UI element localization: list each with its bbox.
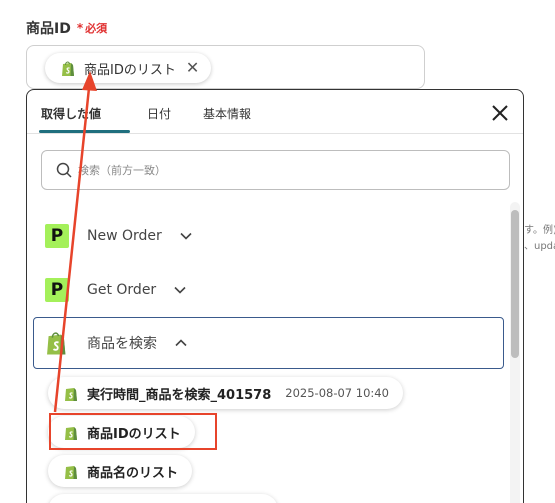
result-label: 実行時間_商品を検索_401578 xyxy=(87,387,272,403)
required-star: * xyxy=(76,21,84,35)
background-text-1: す。例)a xyxy=(524,225,555,236)
app-item-label: 商品を検索 xyxy=(87,336,157,352)
search-placeholder: 検索（前方一致） xyxy=(78,164,166,177)
active-tab-indicator xyxy=(39,130,130,133)
shopify-icon xyxy=(62,61,74,76)
result-item-partial[interactable] xyxy=(48,494,278,503)
app-item-new-order[interactable]: P New Order xyxy=(45,223,192,249)
tab-acquired-values[interactable]: 取得した値 xyxy=(41,105,101,122)
chevron-down-icon xyxy=(174,286,186,294)
result-item-product-name-list[interactable]: 商品名のリスト xyxy=(48,455,193,487)
app-item-get-order[interactable]: P Get Order xyxy=(45,277,186,303)
result-item-execution-time[interactable]: 実行時間_商品を検索_401578 2025-08-07 10:40 xyxy=(48,377,403,409)
highlight-box xyxy=(49,413,217,450)
search-input[interactable]: 検索（前方一致） xyxy=(41,150,510,190)
tab-basic-info[interactable]: 基本情報 xyxy=(203,105,251,122)
remove-chip-icon[interactable]: ✕ xyxy=(186,60,199,76)
search-icon xyxy=(56,162,72,178)
product-id-field[interactable]: 商品IDのリスト ✕ xyxy=(26,45,425,89)
app-logo-icon: P xyxy=(45,278,69,302)
chip-label: 商品IDのリスト xyxy=(84,62,176,78)
app-logo-icon: P xyxy=(45,224,69,248)
app-item-label: Get Order xyxy=(87,282,157,298)
result-date: 2025-08-07 10:40 xyxy=(285,386,389,400)
required-text: 必須 xyxy=(85,22,108,35)
shopify-icon xyxy=(47,332,66,355)
result-label: 商品名のリスト xyxy=(87,465,179,481)
field-label-text: 商品ID xyxy=(26,21,71,37)
close-icon[interactable] xyxy=(491,104,509,122)
tab-bar: 取得した値 日付 基本情報 xyxy=(27,90,523,134)
background-text-2: 、upda xyxy=(524,241,555,252)
app-item-label: New Order xyxy=(87,228,162,244)
chevron-up-icon xyxy=(175,339,187,347)
selected-value-chip[interactable]: 商品IDのリスト ✕ xyxy=(45,53,212,83)
shopify-icon xyxy=(65,465,77,479)
chevron-down-icon xyxy=(180,232,192,240)
tab-date[interactable]: 日付 xyxy=(147,105,171,122)
shopify-icon xyxy=(65,387,77,401)
app-item-search-products[interactable]: 商品を検索 xyxy=(45,330,187,356)
field-label: 商品ID * 必須 xyxy=(26,18,107,38)
scrollbar-thumb[interactable] xyxy=(511,210,519,358)
